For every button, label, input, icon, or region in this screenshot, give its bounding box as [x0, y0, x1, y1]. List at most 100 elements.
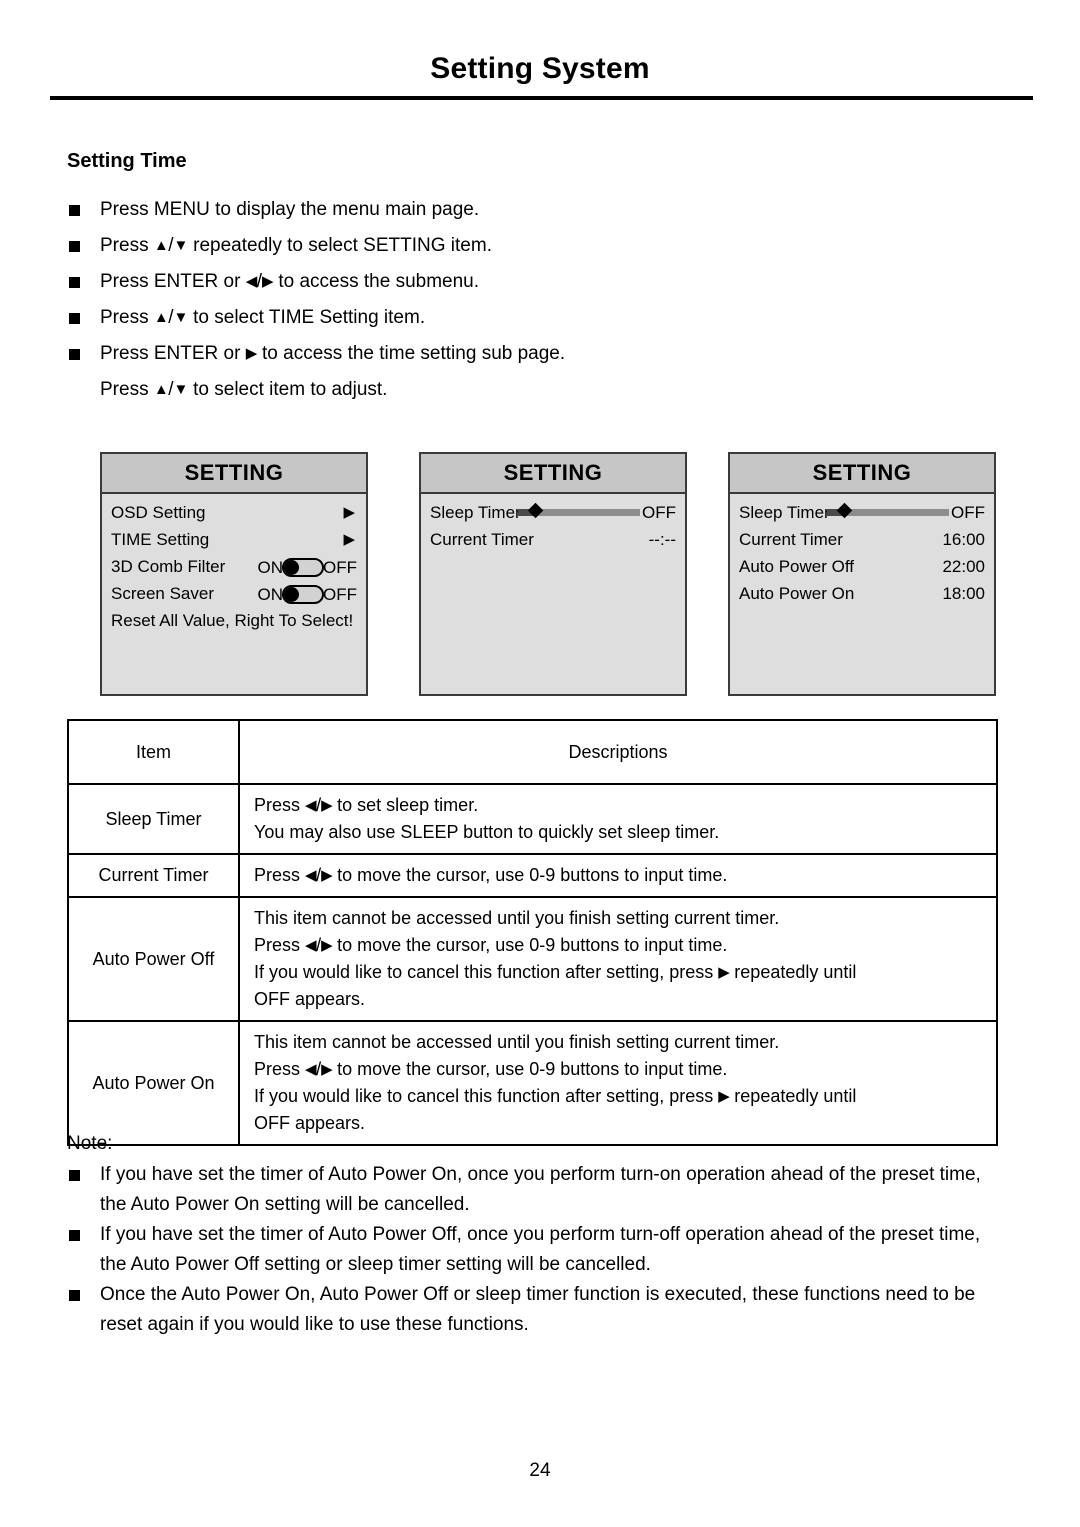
osd-title: SETTING — [421, 454, 685, 494]
bullet-square-icon — [69, 241, 80, 252]
instruction-step: Press ▲/▼ to select item to adjust. — [67, 372, 967, 408]
instruction-steps: Press MENU to display the menu main page… — [67, 192, 967, 408]
note-item: If you have set the timer of Auto Power … — [67, 1160, 1007, 1220]
osd-item-value[interactable]: 18:00 — [942, 580, 985, 607]
table-cell-item: Sleep Timer — [67, 783, 240, 855]
osd-title: SETTING — [730, 454, 994, 494]
osd-toggle-switch[interactable]: ON OFF — [258, 553, 357, 581]
page-title: Setting System — [430, 52, 650, 85]
descriptions-table: Item Descriptions Sleep Timer Press ◀/▶ to … — [67, 719, 998, 1146]
bullet-square-icon — [69, 1170, 80, 1181]
osd-menu-item[interactable]: Current Timer 16:00 — [739, 526, 985, 553]
table-row: Auto Power On This item cannot be accesse… — [67, 1020, 998, 1146]
osd-slider[interactable] — [518, 499, 640, 526]
osd-item-label: 3D Comb Filter — [111, 557, 226, 576]
toggle-off-label: OFF — [323, 585, 357, 605]
instruction-step-text: Press ▲/▼ to select item to adjust. — [100, 379, 388, 400]
osd-item-label: TIME Setting — [111, 530, 210, 549]
osd-menu-item[interactable]: Sleep Timer OFF — [430, 499, 676, 526]
osd-item-value[interactable]: 16:00 — [942, 526, 985, 553]
instruction-step: Press MENU to display the menu main page… — [67, 192, 967, 228]
osd-menu-item[interactable]: 3D Comb Filter ON OFF — [111, 553, 357, 580]
osd-body: Sleep Timer OFF Current Timer --:-- — [421, 494, 685, 553]
column-header-item: Item — [67, 719, 240, 785]
toggle-knob[interactable] — [284, 587, 299, 603]
bullet-square-icon — [69, 277, 80, 288]
osd-menu-item[interactable]: OSD Setting ▶ — [111, 499, 357, 526]
osd-item-value[interactable]: OFF — [951, 499, 985, 526]
instruction-step: Press ENTER or ▶ to access the time sett… — [67, 336, 967, 372]
osd-item-value[interactable]: 22:00 — [942, 553, 985, 580]
note-item: Once the Auto Power On, Auto Power Off o… — [67, 1280, 1007, 1340]
osd-item-value[interactable]: --:-- — [649, 526, 676, 553]
table-cell-description: This item cannot be accessed until you f… — [238, 1020, 998, 1146]
osd-reset-hint[interactable]: Reset All Value, Right To Select! — [111, 607, 357, 634]
chevron-right-icon[interactable]: ▶ — [343, 499, 355, 526]
description-line: Press ◀/▶ to move the cursor, use 0-9 bu… — [254, 1059, 728, 1079]
note-list: If you have set the timer of Auto Power … — [67, 1160, 1007, 1340]
instruction-step: Press ENTER or ◀/▶ to access the submenu… — [67, 264, 967, 300]
column-header-descriptions: Descriptions — [238, 719, 998, 785]
note-text: Once the Auto Power On, Auto Power Off o… — [100, 1284, 976, 1335]
osd-menu-item[interactable]: Auto Power Off 22:00 — [739, 553, 985, 580]
page-number: 24 — [529, 1460, 551, 1481]
description-line: If you would like to cancel this functio… — [254, 962, 857, 982]
osd-item-value[interactable]: OFF — [642, 499, 676, 526]
instruction-step-text: Press MENU to display the menu main page… — [100, 199, 480, 220]
osd-screen-time-empty: SETTING Sleep Timer OFF Current Timer --:-- — [419, 452, 687, 696]
description-line: Press ◀/▶ to move the cursor, use 0-9 bu… — [254, 865, 728, 885]
bullet-square-icon — [69, 205, 80, 216]
osd-slider[interactable] — [827, 499, 949, 526]
osd-menu-item[interactable]: TIME Setting ▶ — [111, 526, 357, 553]
note-label: Note: — [67, 1133, 113, 1154]
osd-menu-item[interactable]: Screen Saver ON OFF — [111, 580, 357, 607]
osd-toggle-switch[interactable]: ON OFF — [257, 580, 357, 608]
toggle-track[interactable] — [282, 558, 324, 578]
osd-body: OSD Setting ▶ TIME Setting ▶ 3D Comb Filter O… — [102, 494, 366, 634]
note-text: If you have set the timer of Auto Power … — [100, 1164, 981, 1215]
description-line: You may also use SLEEP button to quickly… — [254, 822, 720, 842]
table-cell-item: Auto Power On — [67, 1020, 240, 1146]
description-line: If you would like to cancel this functio… — [254, 1086, 857, 1106]
table-row: Current Timer Press ◀/▶ to move the curso… — [67, 853, 998, 898]
osd-item-label: Sleep Timer — [739, 503, 830, 522]
description-line: Press ◀/▶ to set sleep timer. — [254, 795, 479, 815]
description-line: This item cannot be accessed until you f… — [254, 908, 780, 928]
osd-title: SETTING — [102, 454, 366, 494]
section-heading: Setting Time — [67, 150, 187, 172]
osd-body: Sleep Timer OFF Current Timer 16:00 Auto Pow… — [730, 494, 994, 607]
osd-item-label: Current Timer — [739, 530, 843, 549]
instruction-step-text: Press ▲/▼ repeatedly to select SETTING i… — [100, 235, 492, 256]
bullet-square-icon — [69, 1290, 80, 1301]
table-cell-description: Press ◀/▶ to set sleep timer. You may als… — [238, 783, 998, 855]
bullet-square-icon — [69, 349, 80, 360]
bullet-square-icon — [69, 313, 80, 324]
osd-item-label: Sleep Timer — [430, 503, 521, 522]
instruction-step: Press ▲/▼ to select TIME Setting item. — [67, 300, 967, 336]
description-line: This item cannot be accessed until you f… — [254, 1032, 780, 1052]
toggle-on-label: ON — [257, 585, 284, 605]
note-item: If you have set the timer of Auto Power … — [67, 1220, 1007, 1280]
slider-track[interactable] — [827, 502, 949, 519]
bullet-square-icon — [69, 1230, 80, 1241]
slider-track[interactable] — [518, 502, 640, 519]
osd-menu-item[interactable]: Auto Power On 18:00 — [739, 580, 985, 607]
table-row: Sleep Timer Press ◀/▶ to set sleep timer.… — [67, 783, 998, 855]
toggle-track[interactable] — [282, 585, 324, 605]
note-text: If you have set the timer of Auto Power … — [100, 1224, 981, 1275]
table-row: Auto Power Off This item cannot be access… — [67, 896, 998, 1022]
osd-item-label: Auto Power On — [739, 584, 855, 603]
toggle-knob[interactable] — [284, 560, 299, 576]
osd-item-label: Screen Saver — [111, 584, 214, 603]
osd-item-label: OSD Setting — [111, 503, 206, 522]
instruction-step-text: Press ENTER or ▶ to access the time sett… — [100, 343, 566, 364]
instruction-step-text: Press ▲/▼ to select TIME Setting item. — [100, 307, 426, 328]
osd-menu-item[interactable]: Current Timer --:-- — [430, 526, 676, 553]
osd-menu-item[interactable]: Sleep Timer OFF — [739, 499, 985, 526]
osd-screen-setting-main: SETTING OSD Setting ▶ TIME Setting ▶ 3D Comb… — [100, 452, 368, 696]
table-cell-description: This item cannot be accessed until you f… — [238, 896, 998, 1022]
chevron-right-icon[interactable]: ▶ — [343, 526, 355, 553]
table-cell-item: Current Timer — [67, 853, 240, 898]
instruction-step-text: Press ENTER or ◀/▶ to access the submenu… — [100, 271, 480, 292]
description-line: OFF appears. — [254, 989, 366, 1009]
